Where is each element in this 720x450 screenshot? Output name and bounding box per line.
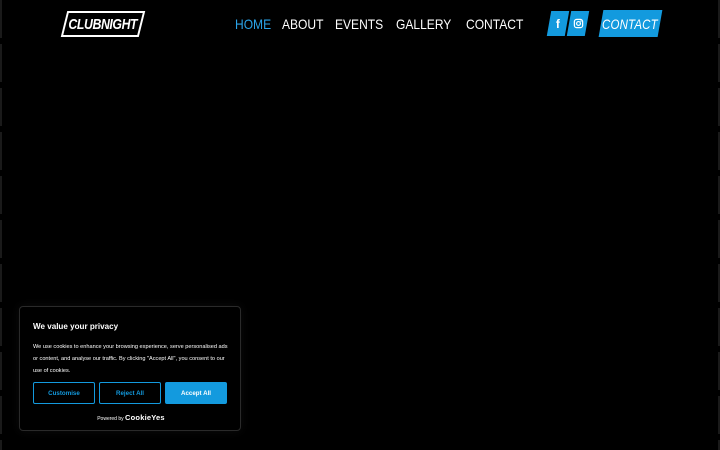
accept-all-button[interactable]: Accept All [165,382,227,404]
cookie-button-row: Customise Reject All Accept All [33,382,227,404]
facebook-icon: f [556,16,560,31]
nav-contact[interactable]: CONTACT [466,14,523,34]
cookie-title: We value your privacy [33,321,119,331]
nav-home[interactable]: HOME [235,14,271,34]
cookieyes-logo[interactable]: CookieYes [125,413,165,422]
powered-by-label: Powered by [97,416,124,422]
cookie-description: We use cookies to enhance your browsing … [33,344,228,374]
site-header: CLUBNIGHT HOME ABOUT EVENTS GALLERY CONT… [0,0,720,48]
reject-all-button[interactable]: Reject All [99,382,161,404]
page: CLUBNIGHT HOME ABOUT EVENTS GALLERY CONT… [0,0,720,450]
cookie-consent-banner: We value your privacy We use cookies to … [19,306,241,431]
powered-by: Powered by CookieYes [20,413,242,424]
left-edge-divider [0,0,2,450]
nav-events[interactable]: EVENTS [335,14,383,34]
contact-button-label: CONTACT [602,15,659,32]
nav-gallery[interactable]: GALLERY [396,14,451,34]
logo-text: CLUBNIGHT [68,15,138,33]
customise-button[interactable]: Customise [33,382,95,404]
nav-about[interactable]: ABOUT [282,14,323,34]
contact-button[interactable]: CONTACT [598,10,663,37]
instagram-icon [573,18,583,29]
site-logo[interactable]: CLUBNIGHT [60,11,146,37]
instagram-button[interactable] [566,11,590,36]
facebook-button[interactable]: f [546,11,570,36]
main-nav: HOME ABOUT EVENTS GALLERY CONTACT [235,14,526,34]
